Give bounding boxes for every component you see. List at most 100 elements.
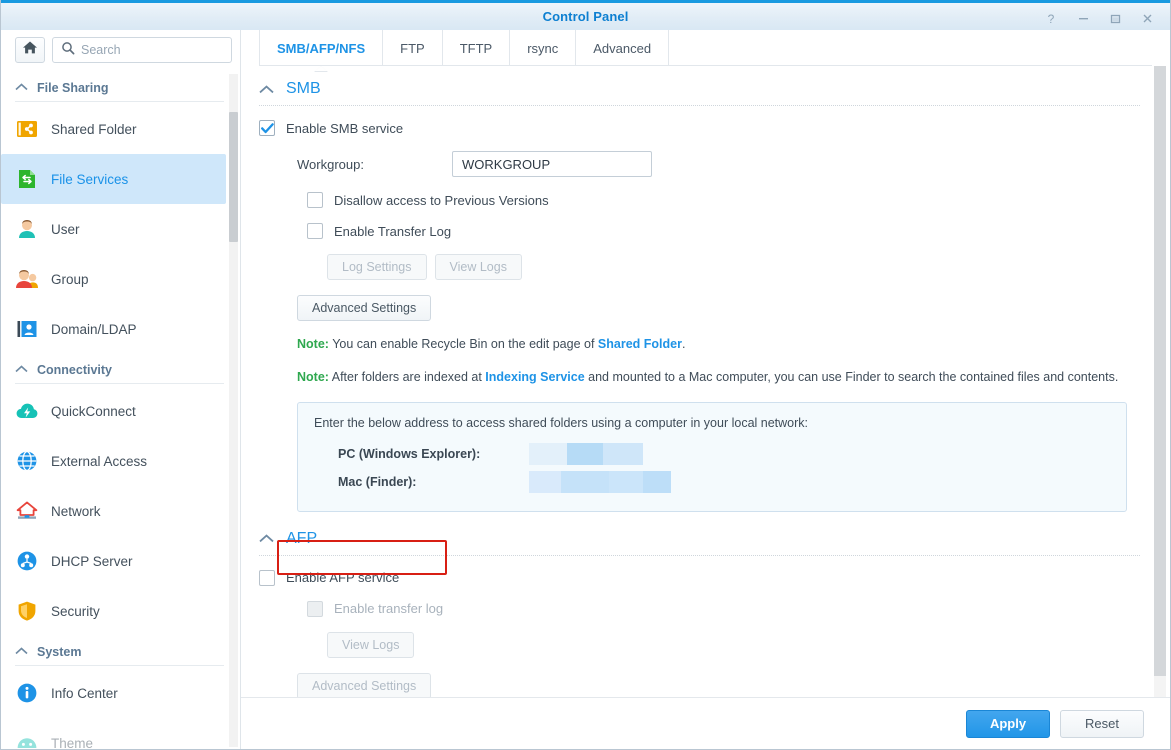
enable-transfer-log-checkbox[interactable] — [307, 223, 323, 239]
sidebar-item-label: Info Center — [51, 685, 118, 701]
reset-button[interactable]: Reset — [1060, 709, 1144, 738]
tab-rsync[interactable]: rsync — [510, 30, 577, 66]
tab-label: FTP — [400, 40, 425, 56]
sidebar-item-info-center[interactable]: Info Center — [1, 668, 226, 718]
smb-log-buttons: Log Settings View Logs — [259, 254, 1140, 280]
help-icon[interactable]: ? — [1036, 5, 1066, 31]
enable-afp-row[interactable]: Enable AFP service — [259, 569, 1140, 586]
afp-section-header[interactable]: AFP — [259, 530, 1140, 555]
enable-transfer-log-row[interactable]: Enable Transfer Log — [259, 223, 1140, 239]
sidebar-item-label: Group — [51, 271, 89, 287]
afp-transfer-log-checkbox[interactable] — [307, 600, 323, 617]
shield-icon — [15, 599, 39, 623]
note-text: You can enable Recycle Bin on the edit p… — [328, 337, 598, 351]
mac-address-label: Mac (Finder): — [338, 474, 417, 489]
workgroup-input[interactable]: WORKGROUP — [452, 151, 652, 177]
enable-afp-checkbox[interactable] — [259, 569, 275, 586]
smb-section-header[interactable]: SMB — [259, 80, 1140, 105]
dhcp-server-icon — [15, 549, 39, 573]
sidebar-group-label: File Sharing — [37, 81, 109, 95]
tab-smb-afp-nfs[interactable]: SMB/AFP/NFS — [259, 30, 384, 66]
sidebar-toolbar: Search — [1, 30, 240, 70]
smb-view-logs-button[interactable]: View Logs — [434, 254, 522, 280]
tab-tftp[interactable]: TFTP — [443, 30, 511, 66]
quickconnect-icon — [15, 399, 39, 423]
sidebar-item-group[interactable]: Group — [1, 254, 226, 304]
minimize-icon[interactable] — [1068, 5, 1098, 31]
sidebar-item-label: Network — [51, 503, 101, 519]
indexing-service-link[interactable]: Indexing Service — [485, 370, 584, 384]
enable-smb-row[interactable]: Enable SMB service — [259, 120, 1140, 136]
sidebar-item-label: DHCP Server — [51, 553, 133, 569]
tab-label: TFTP — [459, 40, 493, 56]
sidebar-item-label: User — [51, 221, 80, 237]
content-scrollbar-thumb[interactable] — [1154, 66, 1166, 676]
log-settings-button[interactable]: Log Settings — [327, 254, 427, 280]
tab-advanced[interactable]: Advanced — [576, 30, 670, 66]
afp-advanced-settings-button[interactable]: Advanced Settings — [297, 672, 432, 697]
sidebar-item-external-access[interactable]: External Access — [1, 436, 226, 486]
sidebar-item-user[interactable]: User — [1, 204, 226, 254]
sidebar-item-domain-ldap[interactable]: Domain/LDAP — [1, 304, 226, 354]
smb-note-recycle-bin: Note: You can enable Recycle Bin on the … — [259, 335, 1139, 354]
sidebar-group-file-sharing[interactable]: File Sharing — [1, 72, 240, 101]
external-access-icon — [15, 449, 39, 473]
sidebar-item-label: Shared Folder — [51, 121, 137, 137]
sidebar-item-dhcp-server[interactable]: DHCP Server — [1, 536, 226, 586]
user-icon — [15, 217, 39, 241]
sidebar-group-divider — [15, 383, 224, 384]
settings-content: SMB Enable SMB service Workgroup: WORKGR… — [241, 66, 1170, 697]
home-button[interactable] — [15, 37, 45, 63]
sidebar-group-connectivity[interactable]: Connectivity — [1, 354, 240, 383]
enable-smb-checkbox[interactable] — [259, 120, 275, 136]
sidebar-item-quickconnect[interactable]: QuickConnect — [1, 386, 226, 436]
shared-folder-link[interactable]: Shared Folder — [598, 337, 682, 351]
smb-note-indexing: Note: After folders are indexed at Index… — [259, 368, 1139, 387]
window-controls: ? — [1036, 3, 1162, 33]
afp-view-logs-button[interactable]: View Logs — [327, 631, 415, 658]
sidebar-scroll-area: File Sharing Shared Folder File Services… — [1, 70, 240, 749]
note-text-end: and mounted to a Mac computer, you can u… — [584, 370, 1119, 385]
sidebar-item-label: Security — [51, 603, 100, 619]
address-box-intro: Enter the below address to access shared… — [314, 415, 809, 430]
disallow-previous-versions-row[interactable]: Disallow access to Previous Versions — [259, 192, 1140, 208]
pc-address-value-redacted — [529, 442, 643, 465]
apply-button[interactable]: Apply — [966, 709, 1050, 738]
sidebar-item-label: External Access — [51, 453, 148, 469]
tab-label: Advanced — [593, 40, 652, 56]
footer-actions: Apply Reset — [241, 697, 1170, 749]
chevron-up-icon — [15, 364, 28, 376]
maximize-icon[interactable] — [1100, 5, 1130, 31]
smb-advanced-settings-button[interactable]: Advanced Settings — [297, 295, 432, 321]
disallow-previous-versions-label: Disallow access to Previous Versions — [334, 192, 549, 208]
workgroup-row: Workgroup: WORKGROUP — [259, 151, 1140, 177]
afp-view-logs-row: View Logs — [259, 631, 1140, 658]
tab-ftp[interactable]: FTP — [383, 30, 443, 66]
afp-transfer-log-row[interactable]: Enable transfer log — [259, 600, 1140, 617]
search-placeholder: Search — [81, 43, 121, 57]
chevron-up-icon — [15, 82, 28, 94]
chevron-up-icon — [259, 531, 274, 546]
sidebar-group-system[interactable]: System — [1, 636, 240, 665]
sidebar: Search File Sharing Shared Folder File S… — [1, 30, 241, 749]
close-icon[interactable] — [1132, 5, 1162, 31]
svg-text:?: ? — [1048, 12, 1055, 25]
sidebar-scrollbar-thumb[interactable] — [229, 112, 238, 242]
group-icon — [15, 267, 39, 291]
note-text: After folders are indexed at — [328, 370, 486, 385]
smb-section-title: SMB — [286, 80, 321, 97]
afp-section-divider — [259, 554, 1140, 556]
sidebar-item-file-services[interactable]: File Services — [1, 154, 226, 204]
smb-advanced-row: Advanced Settings — [259, 295, 1140, 321]
sidebar-item-shared-folder[interactable]: Shared Folder — [1, 104, 226, 154]
sidebar-group-label: System — [37, 645, 82, 659]
sidebar-item-theme[interactable]: Theme — [1, 718, 226, 749]
disallow-previous-versions-checkbox[interactable] — [307, 192, 323, 208]
window-title: Control Panel — [542, 9, 629, 24]
sidebar-group-divider — [15, 101, 224, 102]
search-input[interactable]: Search — [52, 37, 232, 63]
info-center-icon — [15, 681, 39, 705]
sidebar-item-security[interactable]: Security — [1, 586, 226, 636]
tab-bar: SMB/AFP/NFS FTP TFTP rsync Advanced — [241, 30, 1170, 66]
sidebar-item-network[interactable]: Network — [1, 486, 226, 536]
